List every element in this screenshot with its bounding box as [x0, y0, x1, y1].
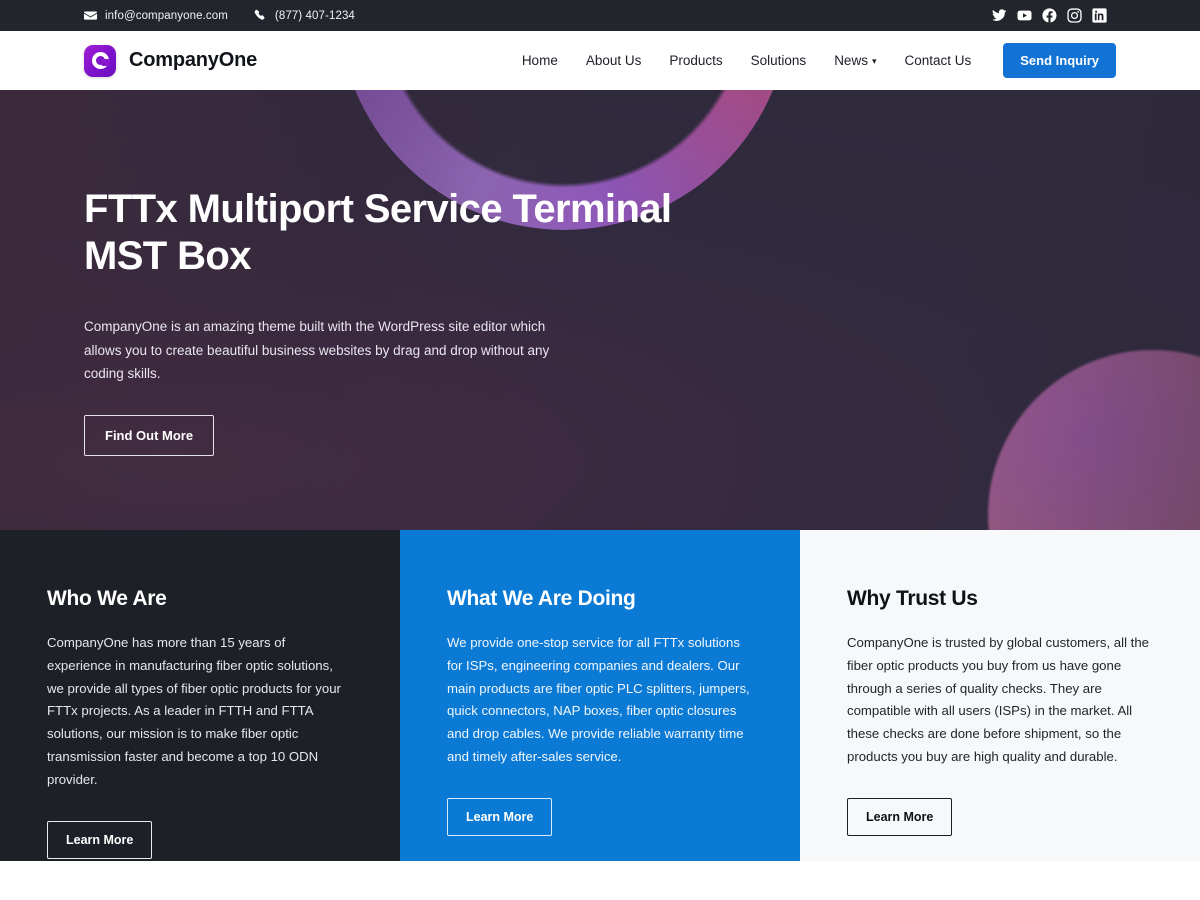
- hero-section: FTTx Multiport Service Terminal MST Box …: [0, 90, 1200, 530]
- brand-name: CompanyOne: [129, 49, 258, 71]
- nav-label: News: [834, 53, 868, 68]
- hero-description: CompanyOne is an amazing theme built wit…: [84, 319, 550, 381]
- find-out-more-button[interactable]: Find Out More: [84, 415, 215, 457]
- nav-label: Solutions: [750, 53, 807, 68]
- nav-label: Contact Us: [904, 53, 972, 68]
- nav-item-about-us[interactable]: About Us: [572, 53, 656, 68]
- hero-title: FTTx Multiport Service Terminal MST Box: [84, 187, 672, 279]
- column-title: What We Are Doing: [447, 587, 636, 610]
- nav-label: About Us: [585, 53, 642, 68]
- send-inquiry-button[interactable]: Send Inquiry: [1003, 43, 1116, 78]
- nav-item-news[interactable]: News ▾: [820, 53, 890, 68]
- column-title: Who We Are: [47, 587, 167, 610]
- topbar-contact-group: info@companyone.com (877) 407-1234: [84, 9, 355, 22]
- nav-item-solutions[interactable]: Solutions: [737, 53, 821, 68]
- learn-more-button-why-trust-us[interactable]: Learn More: [847, 797, 953, 836]
- learn-more-button-who-we-are[interactable]: Learn More: [47, 820, 153, 859]
- column-why-trust-us: Why Trust Us CompanyOne is trusted by gl…: [800, 530, 1200, 861]
- phone-icon: [254, 9, 267, 22]
- instagram-icon[interactable]: [1067, 8, 1082, 23]
- nav-label: Home: [521, 53, 558, 68]
- top-contact-bar: info@companyone.com (877) 407-1234: [0, 0, 1200, 31]
- site-header: CompanyOne Home About Us Products Soluti…: [0, 31, 1200, 90]
- topbar-phone-text: (877) 407-1234: [274, 9, 355, 22]
- brand-logo-link[interactable]: CompanyOne: [84, 44, 258, 77]
- column-what-we-are-doing: What We Are Doing We provide one-stop se…: [400, 530, 800, 861]
- column-who-we-are: Who We Are CompanyOne has more than 15 y…: [0, 530, 400, 861]
- learn-more-button-what-we-are-doing[interactable]: Learn More: [447, 797, 553, 836]
- linkedin-icon[interactable]: [1092, 8, 1107, 23]
- column-text: CompanyOne is trusted by global customer…: [847, 635, 1149, 765]
- facebook-icon[interactable]: [1042, 8, 1057, 23]
- hero-content: FTTx Multiport Service Terminal MST Box …: [0, 90, 1200, 457]
- youtube-icon[interactable]: [1017, 8, 1032, 23]
- topbar-phone[interactable]: (877) 407-1234: [254, 9, 355, 22]
- envelope-icon: [84, 9, 97, 22]
- topbar-email-text: info@companyone.com: [105, 9, 228, 22]
- column-text: We provide one-stop service for all FTTx…: [447, 635, 750, 765]
- main-navigation: Home About Us Products Solutions News ▾ C…: [508, 43, 1116, 78]
- twitter-icon[interactable]: [992, 8, 1007, 23]
- companyone-logo-icon: [84, 44, 116, 77]
- topbar-email[interactable]: info@companyone.com: [84, 9, 228, 22]
- nav-item-home[interactable]: Home: [508, 53, 572, 68]
- nav-label: Products: [669, 53, 723, 68]
- chevron-down-icon: ▾: [871, 56, 877, 66]
- nav-item-products[interactable]: Products: [655, 53, 736, 68]
- nav-item-contact-us[interactable]: Contact Us: [890, 53, 985, 68]
- column-text: CompanyOne has more than 15 years of exp…: [47, 635, 341, 787]
- feature-columns: Who We Are CompanyOne has more than 15 y…: [0, 530, 1200, 861]
- social-links: [992, 8, 1107, 23]
- column-title: Why Trust Us: [847, 587, 978, 610]
